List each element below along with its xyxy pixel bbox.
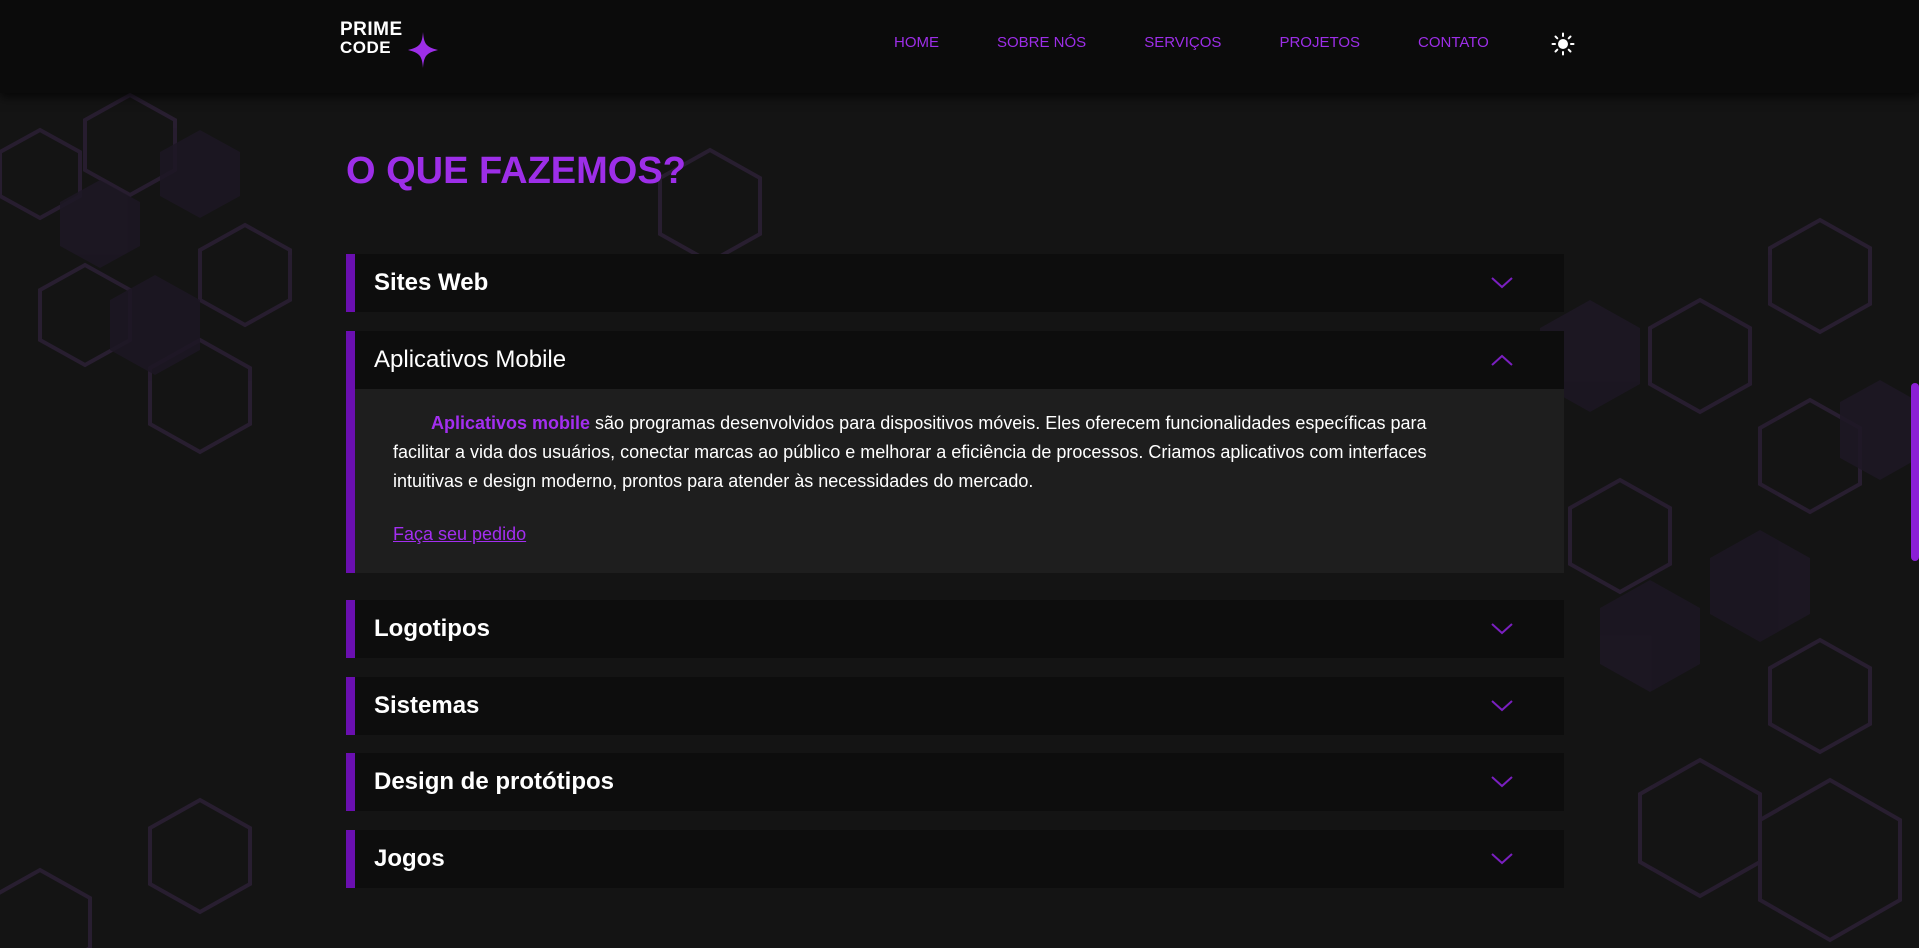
highlight-term: Aplicativos mobile bbox=[431, 413, 591, 433]
page-title: O QUE FAZEMOS? bbox=[346, 150, 686, 192]
page-scrollbar[interactable] bbox=[1911, 383, 1919, 561]
logo-line-2: CODE bbox=[340, 38, 392, 57]
chevron-down-icon bbox=[1491, 623, 1513, 635]
chevron-up-icon bbox=[1491, 354, 1513, 366]
site-header: PRIME CODE HOME SOBRE NÓS SERVIÇOS PROJE… bbox=[0, 0, 1919, 93]
nav-servicos[interactable]: SERVIÇOS bbox=[1144, 34, 1221, 51]
accordion-title: Jogos bbox=[374, 845, 445, 872]
accordion-item-logotipos: Logotipos bbox=[346, 600, 1564, 658]
chevron-down-icon bbox=[1491, 776, 1513, 788]
accordion-title: Sistemas bbox=[374, 692, 480, 719]
accordion-header[interactable]: Jogos bbox=[355, 830, 1564, 888]
accordion-header[interactable]: Logotipos bbox=[355, 600, 1564, 658]
accordion-header[interactable]: Sistemas bbox=[355, 677, 1564, 735]
nav-projetos[interactable]: PROJETOS bbox=[1279, 34, 1360, 51]
accordion-item-sites-web: Sites Web bbox=[346, 254, 1564, 312]
accordion-title: Aplicativos Mobile bbox=[374, 346, 567, 373]
accordion-header[interactable]: Aplicativos Mobile bbox=[355, 331, 1564, 389]
accordion-item-aplicativos-mobile: Aplicativos Mobile Aplicativos mobile sã… bbox=[346, 331, 1564, 573]
accordion-item-design-prototipos: Design de protótipos bbox=[346, 753, 1564, 811]
accordion-header[interactable]: Sites Web bbox=[355, 254, 1564, 312]
logo-text: PRIME CODE bbox=[340, 20, 403, 57]
accordion-item-jogos: Jogos bbox=[346, 830, 1564, 888]
accordion-header[interactable]: Design de protótipos bbox=[355, 753, 1564, 811]
chevron-down-icon bbox=[1491, 277, 1513, 289]
nav-home[interactable]: HOME bbox=[894, 34, 939, 51]
sun-icon bbox=[1551, 32, 1575, 56]
accordion-title: Logotipos bbox=[374, 615, 490, 642]
chevron-down-icon bbox=[1491, 853, 1513, 865]
accordion-description: Aplicativos mobile são programas desenvo… bbox=[393, 409, 1454, 496]
accordion-title: Design de protótipos bbox=[374, 768, 614, 795]
logo-line-1: PRIME bbox=[340, 19, 403, 40]
theme-toggle-button[interactable] bbox=[1550, 32, 1576, 58]
logo[interactable]: PRIME CODE bbox=[340, 20, 440, 70]
sparkle-icon bbox=[408, 32, 438, 68]
order-link[interactable]: Faça seu pedido bbox=[393, 524, 526, 545]
nav-contato[interactable]: CONTATO bbox=[1418, 34, 1489, 51]
chevron-down-icon bbox=[1491, 700, 1513, 712]
main-nav: HOME SOBRE NÓS SERVIÇOS PROJETOS CONTATO bbox=[894, 34, 1489, 51]
accordion-title: Sites Web bbox=[374, 269, 489, 296]
accordion-panel: Aplicativos mobile são programas desenvo… bbox=[355, 389, 1564, 573]
nav-sobre-nos[interactable]: SOBRE NÓS bbox=[997, 34, 1086, 51]
accordion-item-sistemas: Sistemas bbox=[346, 677, 1564, 735]
